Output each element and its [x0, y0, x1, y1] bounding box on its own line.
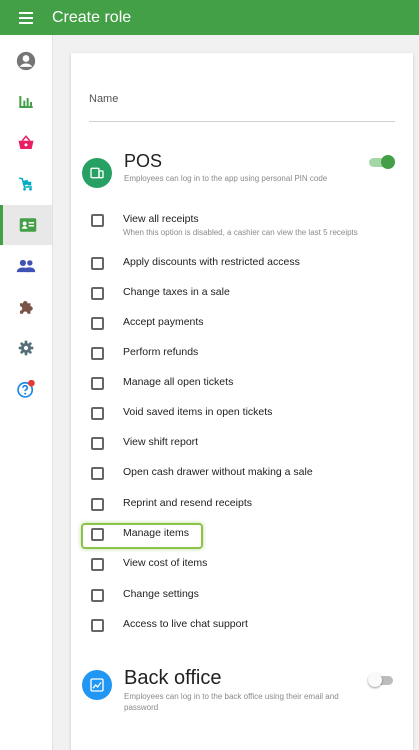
sidebar-item-account[interactable] — [0, 41, 52, 81]
checkbox[interactable] — [91, 619, 104, 632]
sidebar-item-help[interactable] — [0, 369, 52, 409]
settings-icon — [18, 340, 34, 356]
employee-card-icon — [19, 218, 36, 232]
checkbox[interactable] — [91, 377, 104, 390]
checkbox[interactable] — [91, 287, 104, 300]
back-office-toggle[interactable] — [368, 673, 395, 687]
checkbox[interactable] — [91, 214, 104, 227]
permission-hint: When this option is disabled, a cashier … — [123, 228, 358, 237]
permission-label: View shift report — [123, 436, 199, 448]
menu-button[interactable] — [0, 0, 52, 35]
create-role-card: Name POS Employees can log in to the app… — [71, 53, 413, 750]
checkbox[interactable] — [91, 467, 104, 480]
permission-change-taxes: Change taxes in a sale — [91, 284, 401, 306]
basket-icon — [18, 135, 34, 149]
sidebar — [0, 35, 53, 750]
checkbox[interactable] — [91, 407, 104, 420]
highlight-manage-items — [81, 523, 203, 549]
permission-view-cost: View cost of items — [91, 555, 401, 577]
permission-view-shift-report: View shift report — [91, 434, 401, 456]
sidebar-item-integrations[interactable] — [0, 287, 52, 327]
checkbox[interactable] — [91, 498, 104, 511]
permission-label: Accept payments — [123, 316, 204, 328]
permission-void-saved-items: Void saved items in open tickets — [91, 404, 401, 426]
chart-trend-icon — [90, 678, 104, 692]
permission-manage-open-tickets: Manage all open tickets — [91, 374, 401, 396]
sidebar-item-settings[interactable] — [0, 328, 52, 368]
pos-section-icon — [82, 158, 112, 188]
permission-label: Manage all open tickets — [123, 376, 234, 388]
name-input[interactable] — [89, 121, 395, 122]
checkbox[interactable] — [91, 257, 104, 270]
page-title: Create role — [52, 8, 132, 26]
permission-label: Access to live chat support — [123, 618, 248, 630]
customers-icon — [16, 259, 36, 273]
permission-live-chat: Access to live chat support — [91, 616, 401, 638]
help-icon — [17, 379, 35, 398]
permission-view-all-receipts: View all receipts When this option is di… — [91, 211, 401, 237]
permission-label: Change taxes in a sale — [123, 286, 230, 298]
permission-label: View cost of items — [123, 557, 208, 569]
pos-section-title: POS — [124, 151, 163, 171]
inventory-icon — [19, 177, 32, 191]
checkbox[interactable] — [91, 437, 104, 450]
permission-label: Perform refunds — [123, 346, 199, 358]
permission-apply-discounts: Apply discounts with restricted access — [91, 254, 401, 276]
sidebar-item-sales[interactable] — [0, 123, 52, 163]
permission-change-settings: Change settings — [91, 586, 401, 608]
permission-label: Change settings — [123, 588, 199, 600]
back-office-section-description: Employees can log in to the back office … — [124, 692, 339, 712]
checkbox[interactable] — [91, 589, 104, 602]
permission-label: Open cash drawer without making a sale — [123, 466, 313, 478]
back-office-section-icon — [82, 670, 112, 700]
checkbox[interactable] — [91, 558, 104, 571]
name-field-label: Name — [89, 93, 119, 105]
permission-open-cash-drawer: Open cash drawer without making a sale — [91, 464, 401, 486]
pos-section-description: Employees can log in to the app using pe… — [124, 174, 328, 183]
hamburger-icon — [19, 12, 33, 24]
permission-label: Void saved items in open tickets — [123, 406, 273, 418]
permission-accept-payments: Accept payments — [91, 314, 401, 336]
pos-toggle[interactable] — [369, 155, 395, 169]
checkbox[interactable] — [91, 317, 104, 330]
permission-label: View all receipts — [123, 213, 199, 225]
checkbox[interactable] — [91, 347, 104, 360]
sidebar-item-items[interactable] — [0, 164, 52, 204]
account-icon — [16, 51, 36, 71]
permission-reprint-receipts: Reprint and resend receipts — [91, 495, 401, 517]
sidebar-item-employees[interactable] — [0, 205, 52, 245]
permission-label: Reprint and resend receipts — [123, 497, 252, 509]
back-office-section-title: Back office — [124, 667, 222, 689]
sidebar-item-customers[interactable] — [0, 246, 52, 286]
permission-perform-refunds: Perform refunds — [91, 344, 401, 366]
sidebar-item-reports[interactable] — [0, 82, 52, 122]
permission-label: Apply discounts with restricted access — [123, 256, 300, 268]
integrations-icon — [20, 301, 33, 314]
pos-device-icon — [90, 167, 104, 179]
top-app-bar: Create role — [0, 0, 419, 35]
reports-icon — [19, 96, 33, 108]
